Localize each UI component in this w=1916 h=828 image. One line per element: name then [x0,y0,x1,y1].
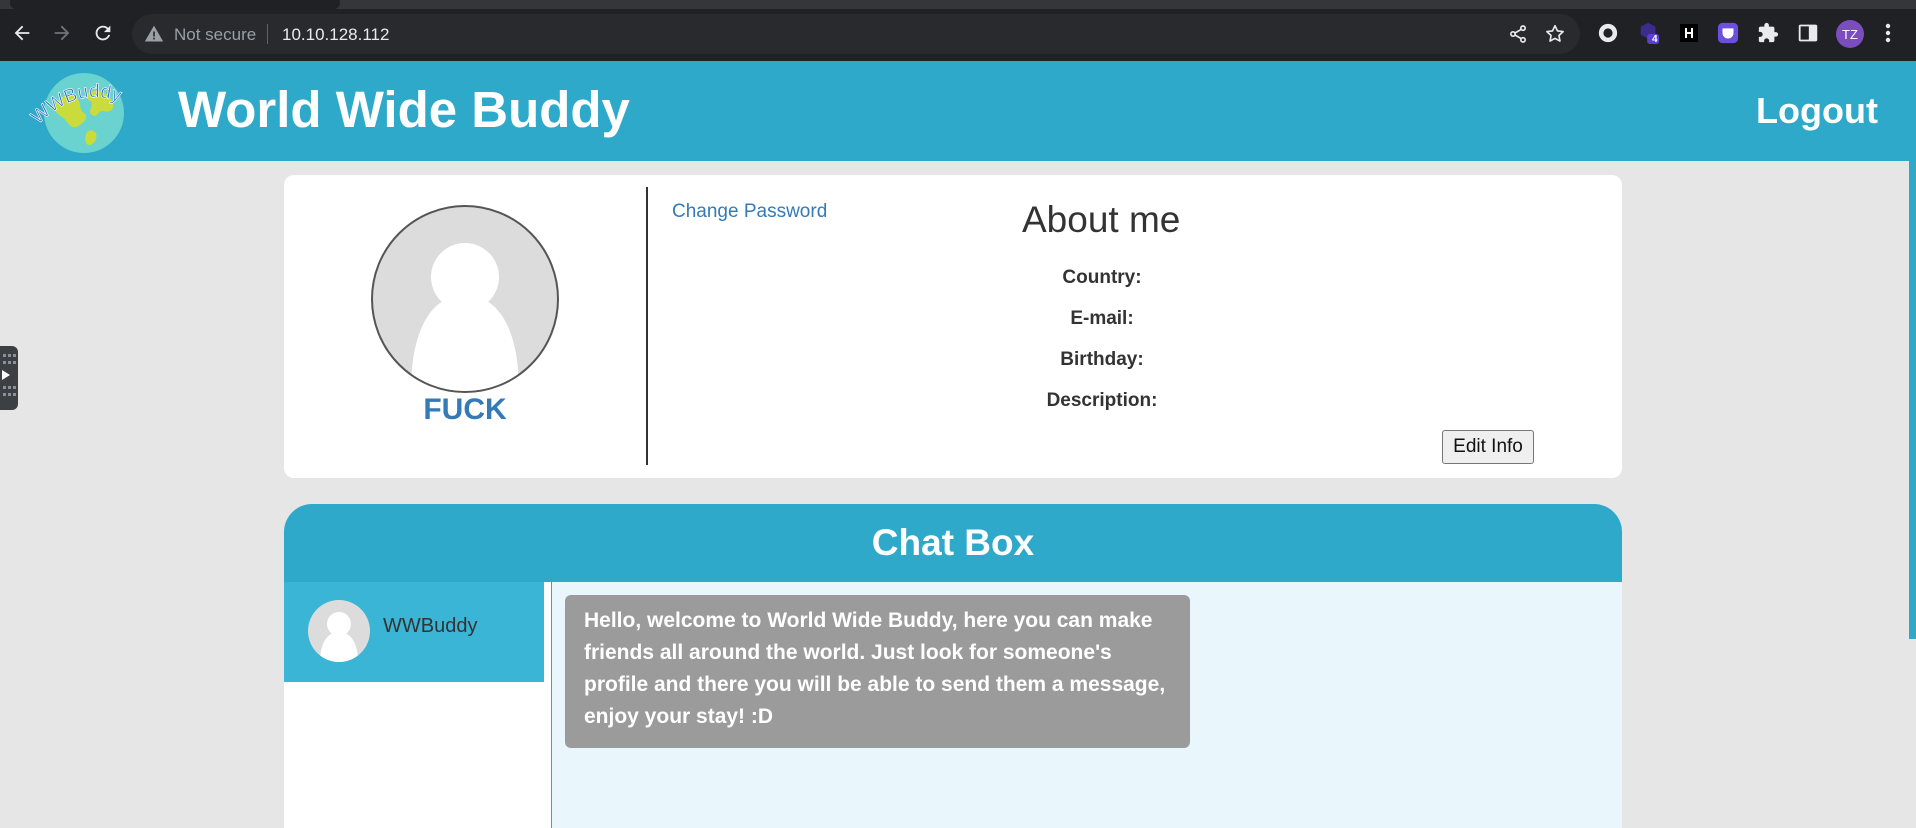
side-panel-handle[interactable] [0,346,18,410]
puzzle-extensions-icon[interactable] [1757,22,1779,44]
active-tab[interactable] [10,0,340,9]
warning-icon[interactable] [144,24,164,49]
extension-badge-count: 4 [1652,34,1658,45]
about-me-heading: About me [1022,199,1181,240]
chat-box-title: Chat Box [871,522,1035,563]
site-logo[interactable]: WWBuddy [27,69,140,155]
logout-link[interactable]: Logout [1756,90,1878,132]
site-title: World Wide Buddy [178,81,630,138]
hackbar-extension-icon[interactable] [1678,22,1700,44]
message-pane: Hello, welcome to World Wide Buddy, here… [552,582,1622,828]
menu-dots-icon[interactable] [1877,22,1899,44]
back-icon[interactable] [9,20,35,46]
profile-card: FUCK Change Password About me Country: E… [284,175,1622,478]
bookmark-star-icon[interactable] [1544,23,1566,50]
forward-icon[interactable] [49,20,75,46]
email-label: E-mail: [1070,308,1134,329]
reload-icon[interactable] [90,20,116,46]
profile-picture [371,205,559,393]
chat-box-header: Chat Box [284,504,1622,582]
omnibox-separator [267,24,268,44]
shield-extension-icon[interactable] [1717,22,1739,44]
address-bar[interactable]: Not secure 10.10.128.112 [132,14,1580,54]
side-panel-icon[interactable] [1797,22,1819,44]
url-text[interactable]: 10.10.128.112 [282,25,389,45]
change-password-link[interactable]: Change Password [672,201,827,223]
contact-avatar [308,600,370,662]
browser-chrome: Not secure 10.10.128.112 4 TZ [0,0,1916,61]
security-label[interactable]: Not secure [174,25,256,45]
page-scrollbar[interactable] [1909,161,1916,639]
tab-strip [0,0,1916,9]
profile-divider [646,187,648,465]
profile-username: FUCK [423,393,507,426]
description-label: Description: [1046,390,1158,411]
extension-badge-icon[interactable]: 4 [1638,22,1660,45]
edit-info-button[interactable]: Edit Info [1442,430,1534,464]
country-label: Country: [1062,267,1142,288]
record-extension-icon[interactable] [1597,22,1619,44]
contact-item-wwbuddy[interactable]: WWBuddy [284,582,544,682]
profile-avatar[interactable]: TZ [1836,20,1864,48]
share-icon[interactable] [1508,24,1528,49]
birthday-label: Birthday: [1060,349,1144,370]
contact-name: WWBuddy [383,615,478,637]
contact-list: WWBuddy [284,582,552,828]
message-bubble: Hello, welcome to World Wide Buddy, here… [565,595,1190,748]
site-header: WWBuddy World Wide Buddy Logout [0,61,1916,161]
